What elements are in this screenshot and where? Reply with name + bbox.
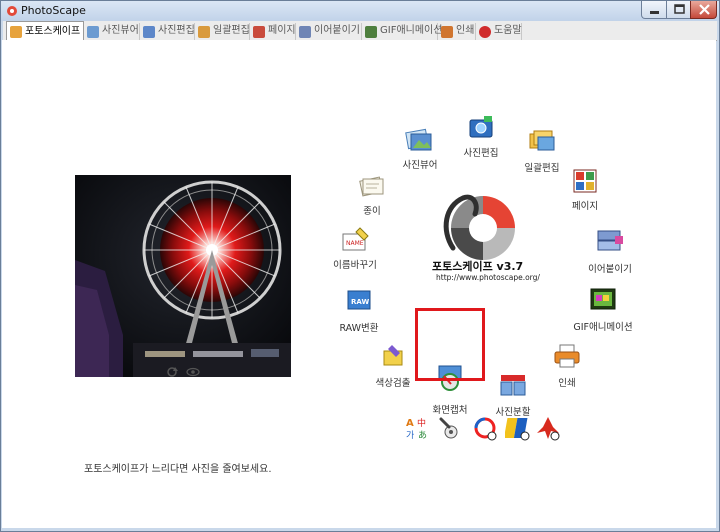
tab-label: GIF애니메이션: [380, 25, 443, 36]
batch-launcher[interactable]: 일괄편집: [517, 128, 567, 174]
color-picker-icon: [383, 345, 403, 366]
home-tab-icon: [10, 26, 22, 38]
svg-text:A: A: [406, 418, 414, 429]
rename-launcher[interactable]: NAME 이름바꾸기: [330, 226, 380, 271]
page-layout-icon: [573, 169, 597, 193]
color-picker-label: 색상검출: [375, 378, 411, 389]
rename-label: 이름바꾸기: [333, 260, 377, 271]
photo-nav-icons[interactable]: [165, 365, 205, 379]
batch-tab-icon: [198, 26, 210, 38]
combine-label: 이어붙이기: [588, 264, 632, 275]
tab-label: 사진편집: [158, 25, 195, 36]
maximize-button[interactable]: [666, 1, 691, 19]
tab-batch[interactable]: 일괄편집: [195, 23, 250, 41]
combine-icon: [597, 230, 623, 251]
raw-converter-icon: RAW: [347, 290, 371, 310]
paper-label: 종이: [363, 206, 381, 217]
tab-label: 이어붙이기: [314, 25, 360, 36]
photo-splitter-icon: [500, 375, 526, 396]
page-tab-icon: [253, 26, 265, 38]
page-label: 페이지: [571, 201, 599, 212]
rename-icon: NAME: [342, 227, 369, 251]
tab-photoscape[interactable]: 포토스케이프: [6, 21, 84, 41]
tab-combine[interactable]: 이어붙이기: [296, 23, 362, 41]
photo-editor-icon: [469, 116, 493, 138]
close-icon: [699, 4, 710, 15]
settings-wrench-icon[interactable]: [437, 415, 461, 441]
photoscape-app-icon: [7, 6, 17, 16]
tool-app-icon[interactable]: [505, 415, 531, 441]
batch-label: 일괄편집: [524, 163, 560, 174]
eye-icon: [186, 367, 200, 377]
home-panel: 포토스케이프가 느리다면 사진을 줄여보세요.: [2, 40, 716, 528]
rocket-app-icon[interactable]: [535, 415, 561, 441]
paper-stack-icon: [359, 176, 384, 197]
editor-tab-icon: [143, 26, 155, 38]
tab-viewer[interactable]: 사진뷰어: [84, 23, 140, 41]
page-launcher[interactable]: 페이지: [562, 168, 608, 212]
svg-text:가: 가: [406, 430, 414, 441]
gif-launcher[interactable]: GIF애니메이션: [572, 286, 634, 333]
color-picker-launcher[interactable]: 색상검출: [370, 343, 416, 389]
print-tab-icon: [441, 26, 453, 38]
svg-text:RAW: RAW: [351, 298, 369, 306]
tab-gif[interactable]: GIF애니메이션: [362, 23, 442, 41]
raw-launcher[interactable]: RAW RAW변환: [336, 287, 382, 334]
website-url[interactable]: http://www.photoscape.org/: [436, 273, 540, 282]
editor-launcher[interactable]: 사진편집: [456, 115, 506, 159]
language-icon[interactable]: A 中 가 あ: [405, 415, 431, 441]
tab-label: 사진뷰어: [102, 25, 139, 36]
photo-viewer-icon: [405, 128, 432, 151]
screen-capture-highlight: [415, 308, 485, 381]
batch-editor-icon: [529, 130, 555, 151]
viewer-tab-icon: [87, 26, 99, 38]
editor-label: 사진편집: [463, 148, 499, 159]
minimize-button[interactable]: [641, 1, 667, 19]
help-tab-icon: [479, 26, 491, 38]
raw-label: RAW변환: [339, 323, 379, 334]
title-bar[interactable]: PhotoScape: [1, 1, 719, 21]
window-title: PhotoScape: [21, 4, 86, 17]
svg-text:NAME: NAME: [346, 240, 364, 247]
gif-tab-icon: [365, 26, 377, 38]
tab-bar: 포토스케이프 사진뷰어 사진편집 일괄편집 페이지 이어붙이기 GIF애니메이션: [3, 21, 717, 41]
printer-icon: [554, 344, 580, 368]
combine-launcher[interactable]: 이어붙이기: [585, 228, 635, 275]
refresh-icon: [167, 367, 178, 377]
tip-text: 포토스케이프가 느리다면 사진을 줄여보세요.: [84, 464, 272, 475]
viewer-label: 사진뷰어: [402, 160, 438, 171]
tab-page[interactable]: 페이지: [250, 23, 296, 41]
maximize-icon: [674, 4, 685, 14]
splitter-launcher[interactable]: 사진분할: [488, 373, 538, 418]
tab-label: 일괄편집: [213, 25, 250, 36]
svg-text:中: 中: [417, 417, 426, 429]
gif-label: GIF애니메이션: [573, 322, 633, 333]
capture-app-icon[interactable]: [472, 415, 498, 441]
close-button[interactable]: [690, 1, 717, 19]
ferris-wheel-photo: [75, 175, 291, 377]
paper-launcher[interactable]: 종이: [352, 173, 392, 217]
app-name-version: 포토스케이프 v3.7: [432, 260, 524, 273]
print-launcher[interactable]: 인쇄: [545, 343, 589, 389]
combine-tab-icon: [299, 26, 311, 38]
tab-print[interactable]: 인쇄: [438, 23, 476, 41]
tab-label: 인쇄: [456, 25, 475, 36]
tab-help[interactable]: 도움말: [476, 23, 522, 41]
viewer-launcher[interactable]: 사진뷰어: [395, 128, 445, 171]
minimize-icon: [650, 11, 659, 14]
gif-animation-icon: [590, 288, 616, 310]
tab-label: 포토스케이프: [25, 26, 81, 37]
tab-label: 페이지: [268, 25, 296, 36]
tab-editor[interactable]: 사진편집: [140, 23, 195, 41]
print-label: 인쇄: [558, 378, 576, 389]
svg-text:あ: あ: [418, 430, 427, 441]
tab-label: 도움말: [494, 25, 522, 36]
screen-capture-label: 화면캡처: [432, 405, 468, 416]
